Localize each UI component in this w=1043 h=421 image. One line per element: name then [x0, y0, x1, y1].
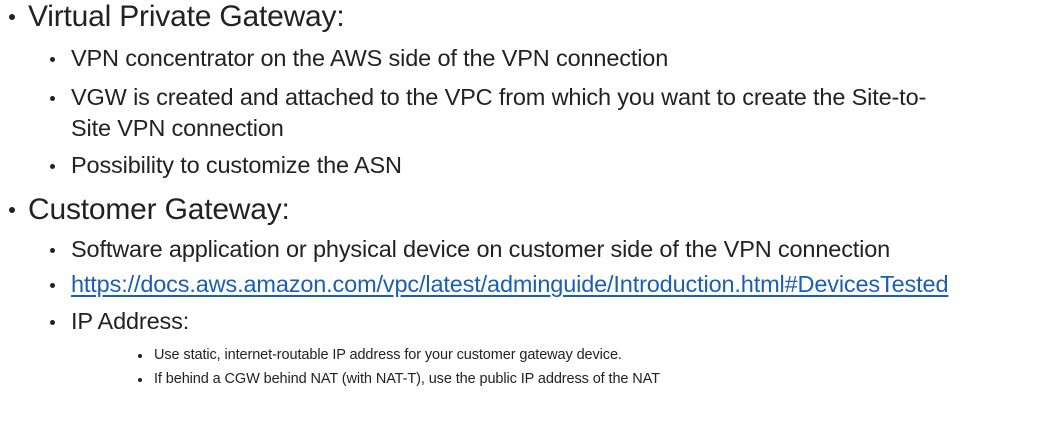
bullet-icon — [50, 96, 55, 101]
list-item-text: VGW is created and attached to the VPC f… — [71, 84, 927, 110]
bullet-icon — [9, 207, 15, 213]
section-heading: Virtual Private Gateway: — [28, 0, 345, 33]
bullet-icon — [50, 248, 55, 253]
bullet-icon — [50, 283, 55, 288]
section-heading: Customer Gateway: — [28, 193, 290, 226]
bullet-icon — [50, 164, 55, 169]
list-item-text: VPN concentrator on the AWS side of the … — [71, 45, 669, 71]
bullet-icon — [138, 378, 142, 382]
sub-list-item-text: If behind a CGW behind NAT (with NAT-T),… — [154, 371, 660, 387]
list-item-text: Possibility to customize the ASN — [71, 152, 402, 178]
bullet-icon — [50, 320, 55, 325]
docs-link[interactable]: https://docs.aws.amazon.com/vpc/latest/a… — [71, 272, 949, 297]
list-item-continuation: Site VPN connection — [71, 115, 284, 141]
list-item-text: IP Address: — [71, 308, 190, 334]
bullet-icon — [138, 354, 142, 358]
list-item-text: Software application or physical device … — [71, 236, 891, 262]
bullet-icon — [50, 57, 55, 62]
bullet-icon — [9, 14, 15, 20]
slide-content: Virtual Private Gateway: VPN concentrato… — [0, 0, 1043, 421]
sub-list-item-text: Use static, internet-routable IP address… — [154, 347, 622, 363]
